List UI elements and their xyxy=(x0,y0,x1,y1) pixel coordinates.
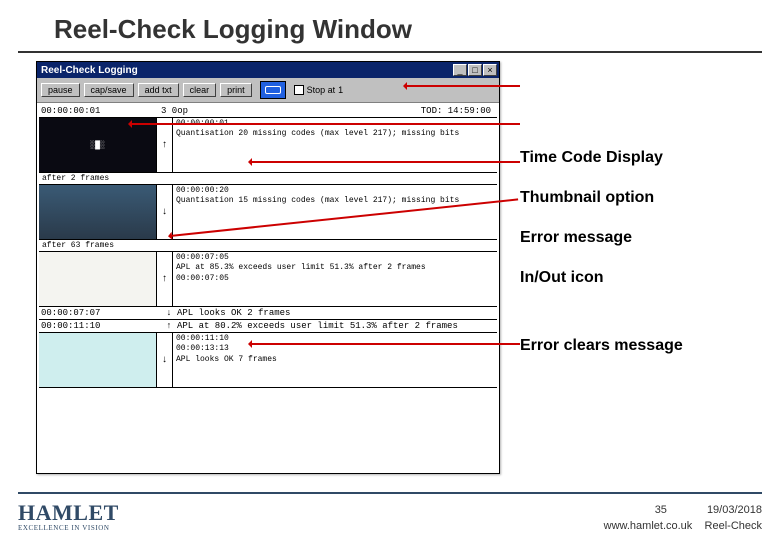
entry-tc: 00:00:07:05 xyxy=(176,253,494,263)
error-message: APL at 80.2% exceeds user limit 51.3% af… xyxy=(177,321,458,331)
slide-date: 19/03/2018 xyxy=(707,504,762,516)
annotation-thumbnail: Thumbnail option xyxy=(520,189,683,207)
out-icon: ↓ xyxy=(157,333,173,387)
timecode-right: TOD: 14:59:00 xyxy=(421,106,495,116)
stopat-value: 1 xyxy=(338,85,343,95)
page-number: 35 xyxy=(655,504,667,516)
meta-row: after 63 frames xyxy=(39,240,497,252)
entry-tc: 00:00:11:10 xyxy=(41,321,161,331)
timecode-left: 00:00:00:01 xyxy=(41,106,161,116)
logo-tagline: EXCELLENCE IN VISION xyxy=(18,524,119,532)
minimize-button[interactable]: _ xyxy=(453,64,467,76)
window-title: Reel-Check Logging xyxy=(39,65,453,76)
out-icon: ↓ xyxy=(161,308,177,318)
slide-title: Reel-Check Logging Window xyxy=(18,0,762,53)
stopat-checkbox[interactable] xyxy=(294,85,304,95)
entry-tc: 00:00:00:20 xyxy=(176,186,494,196)
addtxt-button[interactable]: add txt xyxy=(138,83,179,97)
arrow-icon xyxy=(250,161,520,163)
titlebar: Reel-Check Logging _ □ × xyxy=(37,62,499,78)
maximize-button[interactable]: □ xyxy=(468,64,482,76)
hamlet-logo: HAMLET EXCELLENCE IN VISION xyxy=(18,500,119,532)
stopat-label: Stop at xyxy=(307,85,336,95)
arrow-icon xyxy=(250,343,520,345)
timecode-mid: 3 0op xyxy=(161,106,188,116)
capsave-button[interactable]: cap/save xyxy=(84,83,134,97)
logo-text: HAMLET xyxy=(18,500,119,526)
entry-tc: 00:00:07:07 xyxy=(41,308,161,318)
footer: HAMLET EXCELLENCE IN VISION 35 19/03/201… xyxy=(18,492,762,532)
annotation-clear: Error clears message xyxy=(520,337,683,355)
entry-tc: 00:00:07:05 xyxy=(176,274,494,284)
preview-icon xyxy=(260,81,286,99)
thumbnail-icon: ░█░ xyxy=(39,118,157,172)
entry-tc: 00:00:13:13 xyxy=(176,344,494,354)
content-area: Reel-Check Logging _ □ × pause cap/save … xyxy=(0,53,780,474)
arrow-icon xyxy=(130,123,520,125)
toolbar: pause cap/save add txt clear print Stop … xyxy=(37,78,499,103)
annotation-inout: In/Out icon xyxy=(520,269,683,287)
annotation-list: Time Code Display Thumbnail option Error… xyxy=(520,149,683,377)
print-button[interactable]: print xyxy=(220,83,252,97)
clear-message: APL looks OK 2 frames xyxy=(177,308,290,318)
clear-message: APL looks OK 7 frames xyxy=(176,355,494,365)
footer-product: Reel-Check xyxy=(705,520,762,532)
thumbnail-icon xyxy=(39,333,157,387)
in-icon: ↑ xyxy=(161,321,177,331)
clear-button[interactable]: clear xyxy=(183,83,217,97)
in-icon: ↑ xyxy=(157,252,173,306)
footer-url: www.hamlet.co.uk xyxy=(604,520,693,532)
annotation-error: Error message xyxy=(520,229,683,247)
annotation-timecode: Time Code Display xyxy=(520,149,683,167)
meta-row: after 2 frames xyxy=(39,173,497,185)
arrow-icon xyxy=(405,85,520,87)
thumbnail-icon xyxy=(39,185,157,239)
log-area: 00:00:00:01 3 0op TOD: 14:59:00 ░█░ ↑ 00… xyxy=(37,103,499,473)
pause-button[interactable]: pause xyxy=(41,83,80,97)
thumbnail-icon xyxy=(39,252,157,306)
close-button[interactable]: × xyxy=(483,64,497,76)
error-message: APL at 85.3% exceeds user limit 51.3% af… xyxy=(176,263,494,273)
in-icon: ↑ xyxy=(157,118,173,172)
error-message: Quantisation 20 missing codes (max level… xyxy=(176,129,494,139)
